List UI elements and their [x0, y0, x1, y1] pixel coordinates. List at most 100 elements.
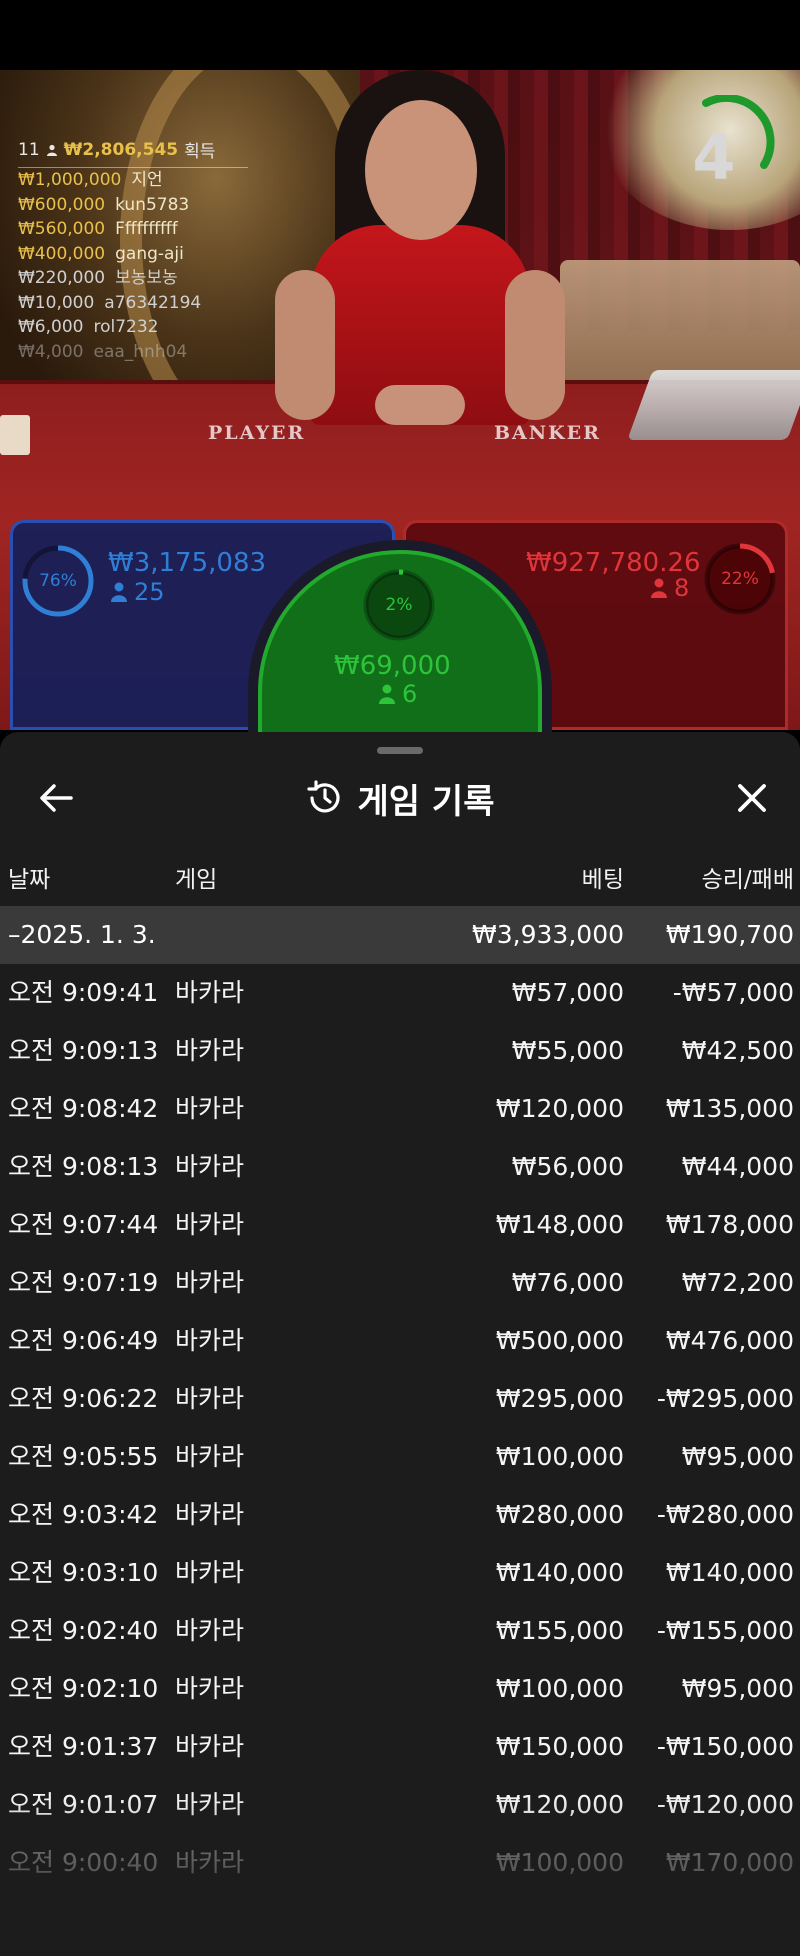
table-label-banker: BANKER [494, 422, 601, 444]
column-header-result[interactable]: 승리/패배 [702, 860, 794, 894]
sheet-drag-handle[interactable] [377, 747, 423, 754]
day-summary-row[interactable]: –2025. 1. 3. ₩3,933,000 ₩190,700 [0, 906, 800, 964]
history-time: 오전 9:07:19 [8, 1268, 159, 1297]
winner-amount: ₩1,000,000 [18, 170, 122, 190]
history-bet: ₩140,000 [495, 1558, 624, 1587]
winners-count: 11 [18, 139, 40, 160]
history-bet: ₩280,000 [495, 1500, 624, 1529]
history-row[interactable]: 오전 9:09:41 바카라 ₩57,000 -₩57,000 [0, 964, 800, 1022]
history-row[interactable]: 오전 9:07:19 바카라 ₩76,000 ₩72,200 [0, 1254, 800, 1312]
history-game: 바카라 [175, 1268, 245, 1297]
history-time: 오전 9:01:07 [8, 1790, 159, 1819]
history-game: 바카라 [175, 1674, 245, 1703]
tie-percent: 2% [385, 595, 413, 615]
history-bet: ₩100,000 [495, 1848, 624, 1877]
history-time: 오전 9:03:42 [8, 1500, 159, 1529]
history-row[interactable]: 오전 9:08:42 바카라 ₩120,000 ₩135,000 [0, 1080, 800, 1138]
history-time: 오전 9:00:40 [8, 1848, 159, 1877]
history-result: ₩95,000 [681, 1674, 794, 1703]
banker-bet-count: 8 [650, 574, 689, 602]
history-game: 바카라 [175, 1500, 245, 1529]
column-header-bet[interactable]: 베팅 [582, 860, 624, 894]
person-icon [111, 582, 127, 602]
sheet-title-text: 게임 기록 [357, 781, 495, 822]
winner-amount: ₩6,000 [18, 317, 84, 337]
player-bet-amount: ₩3,175,083 [108, 548, 267, 578]
history-result: -₩150,000 [656, 1732, 794, 1761]
history-row[interactable]: 오전 9:06:22 바카라 ₩295,000 -₩295,000 [0, 1370, 800, 1428]
history-game: 바카라 [175, 978, 245, 1007]
history-clock-icon [306, 780, 340, 813]
winner-entry: ₩220,000 보농보농 [18, 266, 800, 291]
history-result: ₩140,000 [665, 1558, 794, 1587]
history-row[interactable]: 오전 9:01:07 바카라 ₩120,000 -₩120,000 [0, 1776, 800, 1834]
person-icon [379, 684, 395, 704]
history-row[interactable]: 오전 9:03:42 바카라 ₩280,000 -₩280,000 [0, 1486, 800, 1544]
history-bet: ₩57,000 [511, 978, 624, 1007]
history-bet: ₩100,000 [495, 1442, 624, 1471]
card-stack [0, 415, 30, 455]
history-game: 바카라 [175, 1732, 245, 1761]
history-result: -₩295,000 [656, 1384, 794, 1413]
history-bet: ₩76,000 [511, 1268, 624, 1297]
history-result: ₩95,000 [681, 1442, 794, 1471]
history-result: ₩135,000 [665, 1094, 794, 1123]
history-game: 바카라 [175, 1790, 245, 1819]
column-header-game[interactable]: 게임 [175, 860, 217, 894]
banker-count-value: 8 [674, 574, 690, 602]
winners-total-suffix: 획득 [184, 142, 216, 162]
history-time: 오전 9:05:55 [8, 1442, 159, 1471]
history-game: 바카라 [175, 1442, 245, 1471]
history-row[interactable]: 오전 9:01:37 바카라 ₩150,000 -₩150,000 [0, 1718, 800, 1776]
tie-count-value: 6 [402, 680, 418, 708]
winner-name: rol7232 [93, 317, 159, 337]
history-bet: ₩155,000 [495, 1616, 624, 1645]
column-header-date[interactable]: 날짜 [8, 860, 50, 894]
history-row[interactable]: 오전 9:09:13 바카라 ₩55,000 ₩42,500 [0, 1022, 800, 1080]
winner-name: a76342194 [104, 292, 202, 313]
player-count-value: 25 [134, 578, 165, 606]
winner-amount: ₩4,000 [18, 341, 84, 362]
winner-name: 지언 [131, 170, 163, 190]
history-row[interactable]: 오전 9:00:40 바카라 ₩100,000 ₩170,000 [0, 1834, 800, 1892]
winner-entry: ₩10,000 a76342194 [18, 291, 800, 316]
winners-header: 11 ₩2,806,545 획득 [18, 137, 248, 168]
winner-entry: ₩400,000 gang-aji [18, 242, 800, 267]
winner-amount: ₩220,000 [18, 268, 106, 288]
history-result: ₩72,200 [681, 1268, 794, 1297]
history-row[interactable]: 오전 9:07:44 바카라 ₩148,000 ₩178,000 [0, 1196, 800, 1254]
history-result: -₩120,000 [656, 1790, 794, 1819]
history-time: 오전 9:02:40 [8, 1616, 159, 1645]
sheet-title: 게임 기록 [0, 762, 800, 834]
history-result: -₩57,000 [672, 978, 794, 1007]
history-row[interactable]: 오전 9:02:10 바카라 ₩100,000 ₩95,000 [0, 1660, 800, 1718]
player-percent: 76% [39, 571, 77, 591]
history-time: 오전 9:08:42 [8, 1094, 159, 1123]
history-row[interactable]: 오전 9:08:13 바카라 ₩56,000 ₩44,000 [0, 1138, 800, 1196]
tie-bet-amount: ₩69,000 [334, 651, 451, 681]
status-bar [0, 0, 800, 70]
close-button[interactable] [726, 772, 778, 824]
countdown-timer: 4 [676, 95, 780, 199]
history-row[interactable]: 오전 9:06:49 바카라 ₩500,000 ₩476,000 [0, 1312, 800, 1370]
history-result: -₩280,000 [656, 1500, 794, 1529]
history-result: -₩155,000 [656, 1616, 794, 1645]
history-row[interactable]: 오전 9:03:10 바카라 ₩140,000 ₩140,000 [0, 1544, 800, 1602]
history-game: 바카라 [175, 1036, 245, 1065]
history-game: 바카라 [175, 1848, 245, 1877]
game-history-sheet: 게임 기록 날짜 게임 베팅 승리/패배 –2025. 1. 3. ₩3,933… [0, 732, 800, 1956]
tie-bet-count: 6 [378, 680, 417, 708]
history-time: 오전 9:02:10 [8, 1674, 159, 1703]
winner-name: gang-aji [115, 243, 184, 264]
history-bet: ₩55,000 [511, 1036, 624, 1065]
history-game: 바카라 [175, 1094, 245, 1123]
history-time: 오전 9:09:41 [8, 978, 159, 1007]
history-time: 오전 9:06:22 [8, 1384, 159, 1413]
history-row[interactable]: 오전 9:02:40 바카라 ₩155,000 -₩155,000 [0, 1602, 800, 1660]
winners-total: ₩2,806,545 [63, 139, 179, 160]
winner-amount: ₩600,000 [18, 194, 106, 215]
history-row[interactable]: 오전 9:05:55 바카라 ₩100,000 ₩95,000 [0, 1428, 800, 1486]
winner-entry: ₩4,000 eaa_hnh04 [18, 340, 800, 365]
winners-list: 11 ₩2,806,545 획득 ₩1,000,000 지언 ₩600,000 kun… [18, 137, 248, 364]
history-time: 오전 9:09:13 [8, 1036, 159, 1065]
